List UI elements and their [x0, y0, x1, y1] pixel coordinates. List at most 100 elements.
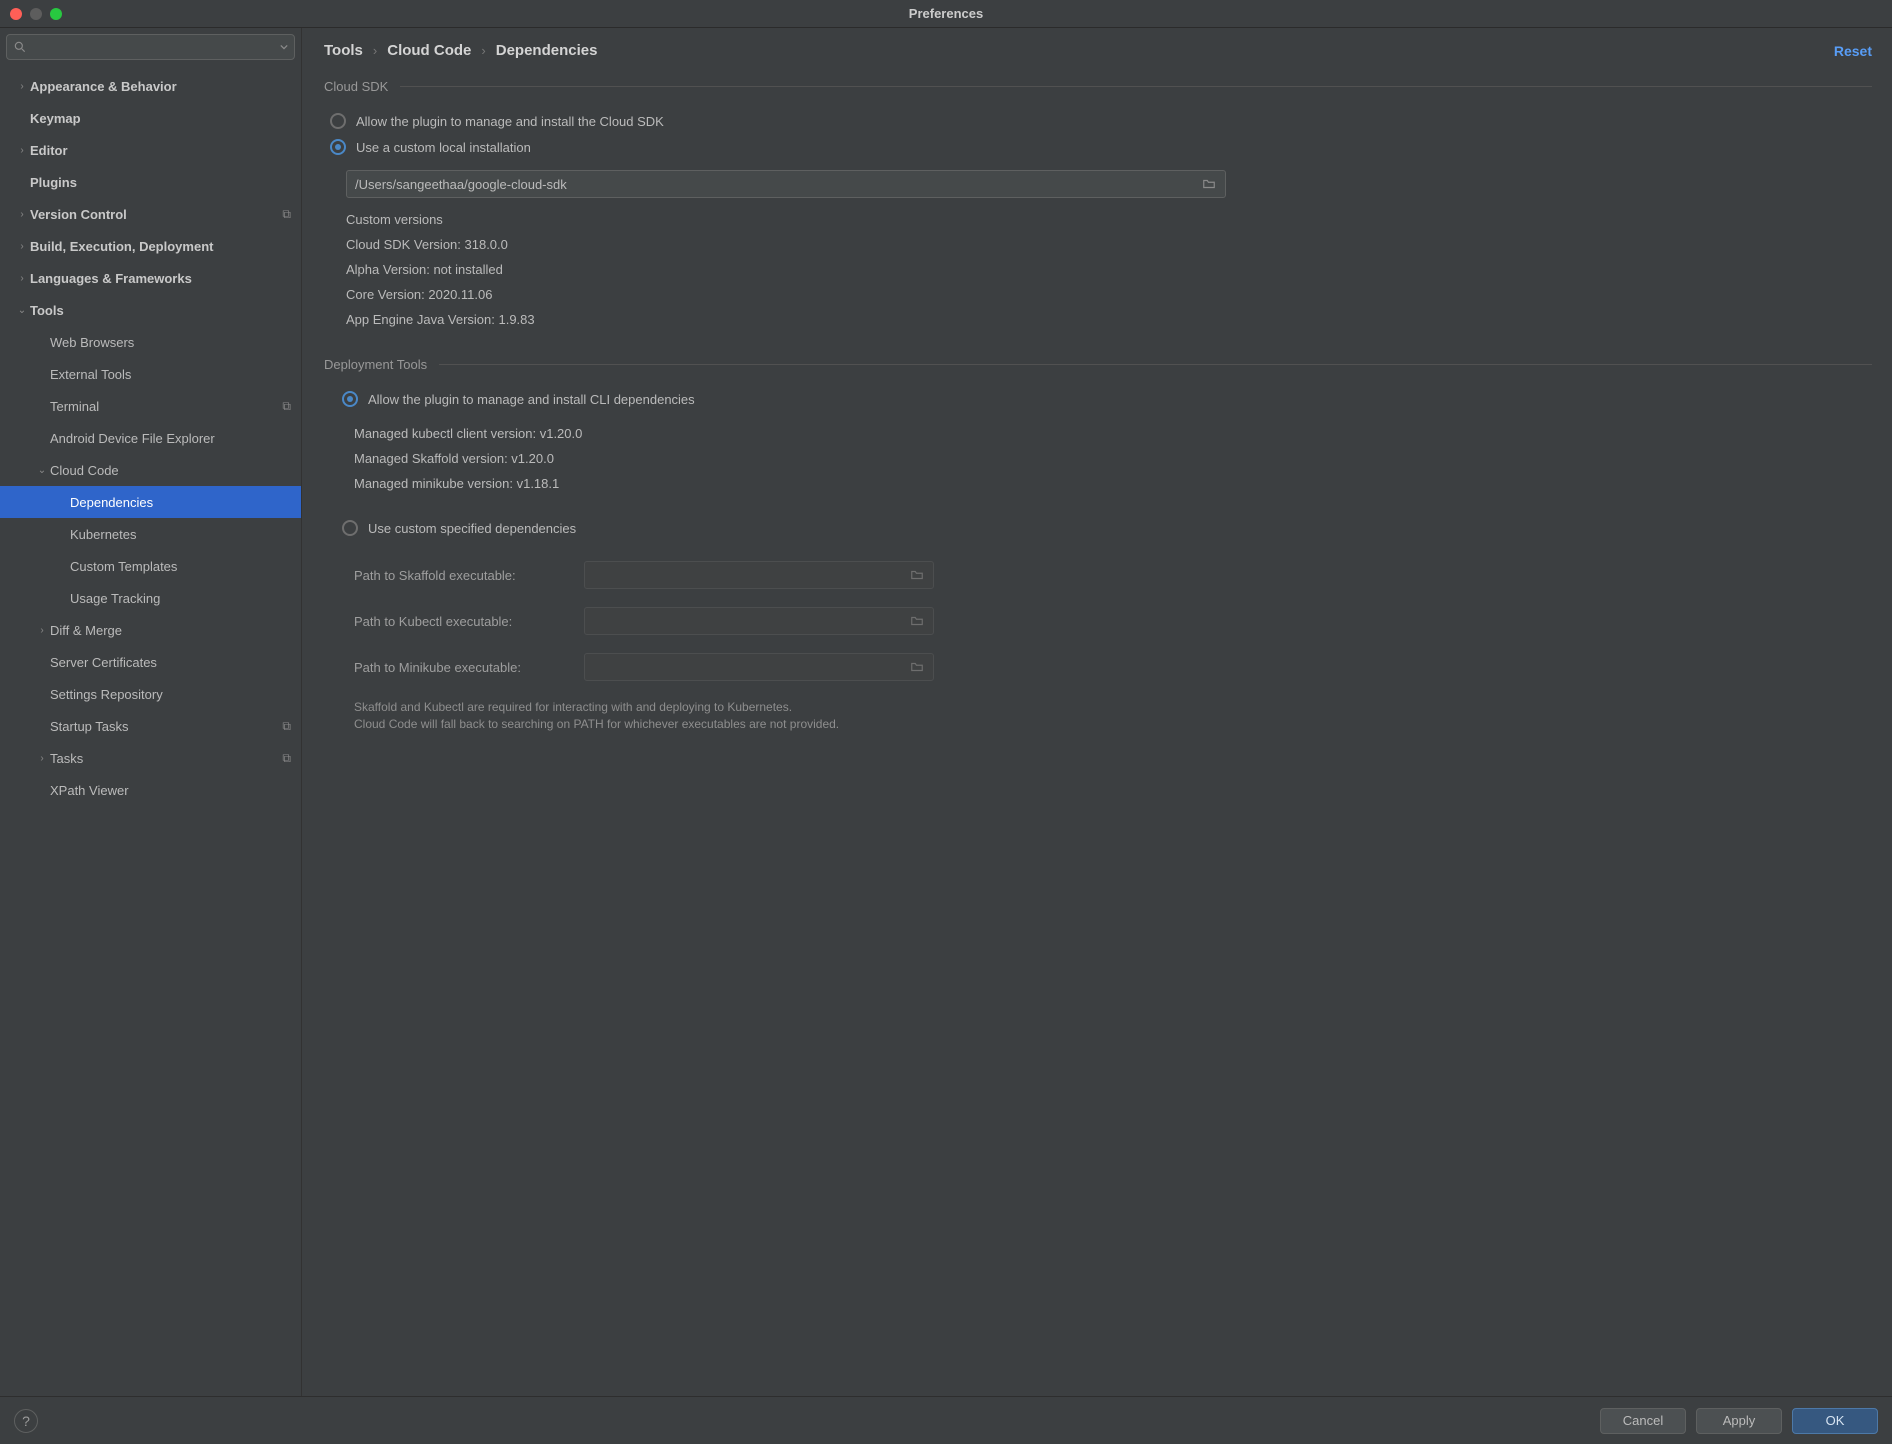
skaffold-version: Managed Skaffold version: v1.20.0 — [354, 451, 1872, 466]
chevron-right-icon: › — [481, 43, 485, 58]
sidebar-item-settings-repo[interactable]: Settings Repository — [0, 678, 301, 710]
kubectl-path-field[interactable] — [593, 614, 909, 629]
ok-button[interactable]: OK — [1792, 1408, 1878, 1434]
sidebar-item-label: Settings Repository — [50, 687, 163, 702]
breadcrumb-dependencies: Dependencies — [496, 42, 598, 59]
folder-icon[interactable] — [1201, 177, 1217, 191]
sidebar-item-label: Languages & Frameworks — [30, 271, 192, 286]
sidebar-item-cloud-code[interactable]: ⌄ Cloud Code — [0, 454, 301, 486]
sidebar-item-usage-tracking[interactable]: Usage Tracking — [0, 582, 301, 614]
radio-label: Use a custom local installation — [356, 140, 531, 155]
chevron-right-icon: › — [14, 145, 30, 156]
chevron-down-icon: ⌄ — [14, 305, 30, 316]
project-level-icon: ⧉ — [282, 719, 291, 734]
sidebar-item-web-browsers[interactable]: Web Browsers — [0, 326, 301, 358]
sidebar-item-tools[interactable]: ⌄ Tools — [0, 294, 301, 326]
sdk-path-input[interactable] — [346, 170, 1226, 198]
chevron-right-icon: › — [14, 241, 30, 252]
sidebar-item-label: Plugins — [30, 175, 77, 190]
help-button[interactable]: ? — [14, 1409, 38, 1433]
project-level-icon: ⧉ — [282, 399, 291, 414]
minikube-path-label: Path to Minikube executable: — [354, 660, 584, 675]
sidebar-item-label: Custom Templates — [70, 559, 177, 574]
kubectl-path-input[interactable] — [584, 607, 934, 635]
sidebar-item-tasks[interactable]: › Tasks ⧉ — [0, 742, 301, 774]
search-input[interactable] — [31, 40, 280, 54]
dependency-hint: Skaffold and Kubectl are required for in… — [354, 699, 1872, 734]
breadcrumb-tools[interactable]: Tools — [324, 42, 363, 59]
radio-sdk-managed[interactable]: Allow the plugin to manage and install t… — [324, 108, 1872, 134]
sdk-path-field[interactable] — [355, 177, 1201, 192]
sidebar-item-label: Terminal — [50, 399, 99, 414]
sidebar-item-startup-tasks[interactable]: Startup Tasks ⧉ — [0, 710, 301, 742]
titlebar: Preferences — [0, 0, 1892, 28]
sidebar-item-label: Keymap — [30, 111, 81, 126]
project-level-icon: ⧉ — [282, 751, 291, 766]
skaffold-path-field[interactable] — [593, 568, 909, 583]
sidebar-item-label: Web Browsers — [50, 335, 134, 350]
skaffold-path-input[interactable] — [584, 561, 934, 589]
sdk-version-info: Custom versions Cloud SDK Version: 318.0… — [346, 212, 1872, 327]
sidebar-item-dependencies[interactable]: Dependencies — [0, 486, 301, 518]
minikube-path-input[interactable] — [584, 653, 934, 681]
sidebar-item-label: Tasks — [50, 751, 83, 766]
minikube-path-field[interactable] — [593, 660, 909, 675]
radio-sdk-custom[interactable]: Use a custom local installation — [324, 134, 1872, 160]
sidebar-item-xpath[interactable]: XPath Viewer — [0, 774, 301, 806]
footer: ? Cancel Apply OK — [0, 1396, 1892, 1444]
sidebar-item-terminal[interactable]: Terminal ⧉ — [0, 390, 301, 422]
radio-dep-managed[interactable]: Allow the plugin to manage and install C… — [324, 386, 1872, 412]
core-version: Core Version: 2020.11.06 — [346, 287, 1872, 302]
sidebar-item-custom-templates[interactable]: Custom Templates — [0, 550, 301, 582]
sidebar-item-label: External Tools — [50, 367, 131, 382]
sidebar-item-label: Cloud Code — [50, 463, 119, 478]
chevron-right-icon: › — [373, 43, 377, 58]
skaffold-path-label: Path to Skaffold executable: — [354, 568, 584, 583]
sidebar-item-label: Appearance & Behavior — [30, 79, 177, 94]
sidebar-item-languages[interactable]: › Languages & Frameworks — [0, 262, 301, 294]
sidebar-item-editor[interactable]: › Editor — [0, 134, 301, 166]
chevron-right-icon: › — [34, 625, 50, 636]
sidebar-item-keymap[interactable]: Keymap — [0, 102, 301, 134]
sidebar-item-label: Usage Tracking — [70, 591, 160, 606]
sidebar-item-adfe[interactable]: Android Device File Explorer — [0, 422, 301, 454]
folder-icon[interactable] — [909, 568, 925, 582]
radio-label: Allow the plugin to manage and install C… — [368, 392, 695, 407]
minimize-window-button[interactable] — [30, 8, 42, 20]
radio-icon — [342, 391, 358, 407]
window-controls — [0, 8, 62, 20]
sidebar-item-label: Dependencies — [70, 495, 153, 510]
breadcrumb-cloud-code[interactable]: Cloud Code — [387, 42, 471, 59]
cancel-button[interactable]: Cancel — [1600, 1408, 1686, 1434]
sidebar-item-external-tools[interactable]: External Tools — [0, 358, 301, 390]
sidebar-item-appearance[interactable]: › Appearance & Behavior — [0, 70, 301, 102]
managed-version-info: Managed kubectl client version: v1.20.0 … — [354, 426, 1872, 491]
sidebar-item-plugins[interactable]: Plugins — [0, 166, 301, 198]
sidebar-item-label: Startup Tasks — [50, 719, 129, 734]
folder-icon[interactable] — [909, 614, 925, 628]
alpha-version: Alpha Version: not installed — [346, 262, 1872, 277]
reset-link[interactable]: Reset — [1834, 43, 1872, 59]
radio-icon — [342, 520, 358, 536]
section-title: Deployment Tools — [324, 357, 439, 372]
sidebar-item-label: Server Certificates — [50, 655, 157, 670]
radio-label: Allow the plugin to manage and install t… — [356, 114, 664, 129]
close-window-button[interactable] — [10, 8, 22, 20]
sidebar-item-kubernetes[interactable]: Kubernetes — [0, 518, 301, 550]
window-title: Preferences — [909, 6, 983, 21]
sidebar-item-diff-merge[interactable]: › Diff & Merge — [0, 614, 301, 646]
sidebar-item-label: Editor — [30, 143, 68, 158]
chevron-down-icon[interactable] — [280, 43, 288, 51]
search-box[interactable] — [6, 34, 295, 60]
folder-icon[interactable] — [909, 660, 925, 674]
help-icon: ? — [22, 1413, 30, 1429]
sidebar-item-build[interactable]: › Build, Execution, Deployment — [0, 230, 301, 262]
maximize-window-button[interactable] — [50, 8, 62, 20]
sidebar-item-version-control[interactable]: › Version Control ⧉ — [0, 198, 301, 230]
chevron-down-icon: ⌄ — [34, 465, 50, 476]
sidebar-item-label: Diff & Merge — [50, 623, 122, 638]
sidebar-item-server-certs[interactable]: Server Certificates — [0, 646, 301, 678]
apply-button[interactable]: Apply — [1696, 1408, 1782, 1434]
radio-dep-custom[interactable]: Use custom specified dependencies — [324, 515, 1872, 541]
radio-label: Use custom specified dependencies — [368, 521, 576, 536]
